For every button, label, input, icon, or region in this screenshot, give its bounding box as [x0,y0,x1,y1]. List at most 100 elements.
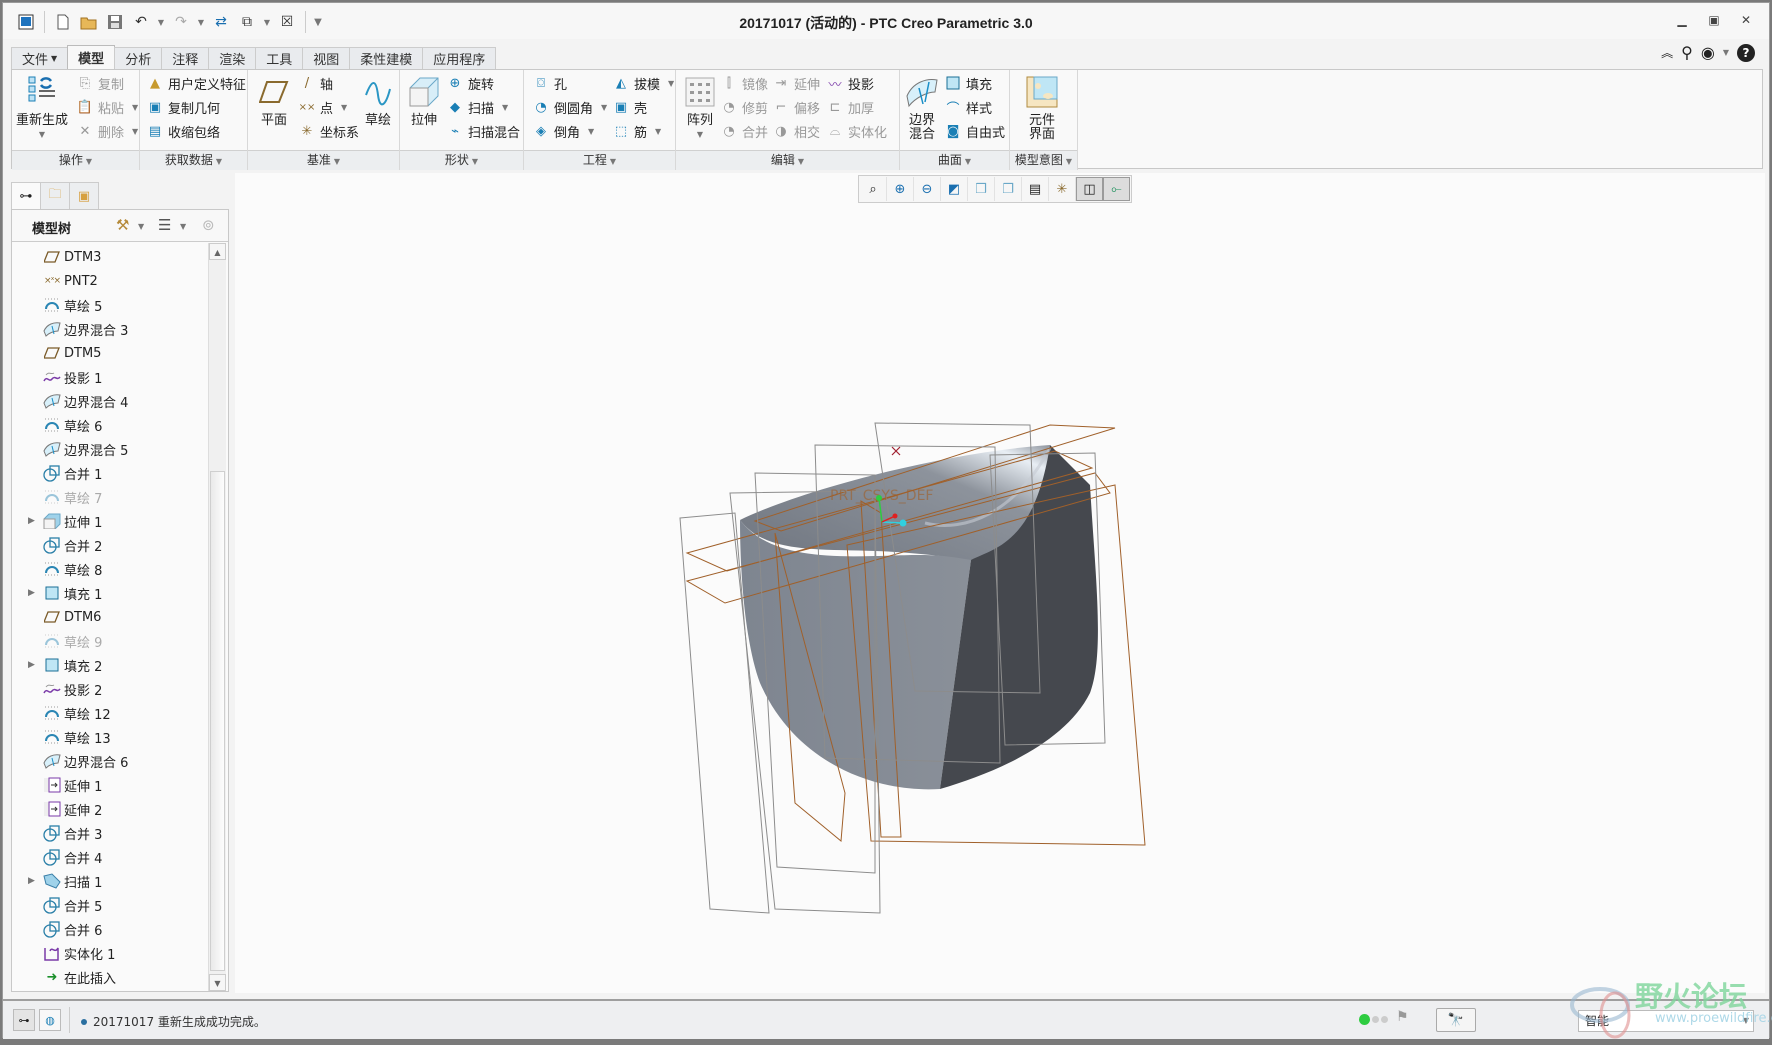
annotation-display-icon[interactable]: ◫ [1076,177,1103,201]
axis-button[interactable]: / 轴 [298,72,333,94]
round-button[interactable]: ◔ 倒圆角 ▼ [532,96,607,118]
tree-item[interactable]: ▶ 拉伸 1 [12,509,208,533]
flag-icon[interactable]: ⚑ [1396,1009,1409,1025]
group-label-operations[interactable]: 操作 ▼ [12,150,139,170]
tree-scrollbar[interactable]: ▲ ▼ [208,243,226,991]
minimize-ribbon-icon[interactable]: ︽ [1661,44,1673,61]
repaint-icon[interactable]: ◩ [941,177,968,201]
point-button[interactable]: ×× 点 ▼ [298,96,348,118]
show-icon[interactable]: ☰ [158,216,171,234]
component-interface-button[interactable]: 元件界面 [1024,74,1060,142]
tree-item[interactable]: 合并 3 [12,821,208,845]
close-icon[interactable]: ✕ [1737,11,1755,29]
view-manager-icon[interactable]: ▤ [1022,177,1049,201]
paste-button[interactable]: 📋 粘贴 ▼ [76,96,138,118]
tab-analysis[interactable]: 分析 [114,47,163,69]
tree-item[interactable]: 投影 1 [12,365,208,389]
tree-item[interactable]: 边界混合 5 [12,437,208,461]
minimize-icon[interactable]: ▁ [1673,11,1691,29]
tree-item[interactable]: 草绘 13 [12,725,208,749]
hide-icon[interactable]: ⊚ [202,216,215,234]
boundary-blend-button[interactable]: 边界混合 [904,74,940,142]
tree-item[interactable]: 合并 4 [12,845,208,869]
tree-item[interactable]: DTM6 [12,605,208,629]
scroll-up-icon[interactable]: ▲ [209,243,226,260]
rib-button[interactable]: ⬚ 筋 ▼ [612,120,661,142]
tree-item[interactable]: 合并 1 [12,461,208,485]
extrude-button[interactable]: 拉伸 [406,74,442,128]
chevron-down-icon[interactable]: ▼ [1723,48,1729,57]
group-label-get-data[interactable]: 获取数据 ▼ [140,150,247,170]
draft-button[interactable]: ◭ 拔模 ▼ [612,72,674,94]
group-label-model-intent[interactable]: 模型意图 ▼ [1010,150,1077,170]
folder-browser-tab[interactable]: 🗀 [40,182,70,210]
tab-annotate[interactable]: 注释 [161,47,210,69]
thicken-button[interactable]: ⊏ 加厚 [826,96,874,118]
help-icon[interactable]: ? [1737,43,1755,62]
tree-item[interactable]: ➜ 在此插入 [12,965,208,989]
saved-views-icon[interactable]: ❐ [995,177,1022,201]
tab-model[interactable]: 模型 [67,45,116,69]
tree-item[interactable]: 延伸 1 [12,773,208,797]
tree-item[interactable]: 合并 2 [12,533,208,557]
delete-button[interactable]: ✕ 删除 ▼ [76,120,139,142]
tree-item[interactable]: 草绘 7 [12,485,208,509]
tree-item[interactable]: DTM3 [12,245,208,269]
tree-item[interactable]: ▶ 扫描 1 [12,869,208,893]
regenerate-button[interactable]: 重新生成 ▼ [16,74,68,142]
merge-button[interactable]: ◔ 合并 [720,120,768,142]
tree-item[interactable]: 延伸 2 [12,797,208,821]
tree-item[interactable]: 边界混合 3 [12,317,208,341]
show-navigator-icon[interactable]: ⊶ [13,1009,35,1031]
chevron-down-icon[interactable]: ▼ [180,222,186,231]
tree-item[interactable]: 合并 5 [12,893,208,917]
project-button[interactable]: 〰投影 [826,72,874,94]
group-label-editing[interactable]: 编辑 ▼ [676,150,899,170]
revolve-button[interactable]: ⊕ 旋转 [446,72,494,94]
selection-filter[interactable]: 智能 ▼ [1578,1010,1754,1032]
tree-item[interactable]: ▶ 填充 2 [12,653,208,677]
extend-button[interactable]: ⇥ 延伸 [772,72,820,94]
udf-button[interactable]: ▲ 用户定义特征 [146,72,246,94]
tree-item[interactable]: 草绘 9 [12,629,208,653]
offset-button[interactable]: ⌐ 偏移 [772,96,820,118]
tab-view[interactable]: 视图 [302,47,351,69]
tree-item[interactable]: 草绘 5 [12,293,208,317]
datum-display-icon[interactable]: ✳ [1049,177,1076,201]
refit-icon[interactable]: ⌕ [860,177,887,201]
tree-item[interactable]: 实体化 1 [12,941,208,965]
expand-icon[interactable]: ▶ [28,516,35,526]
csys-button[interactable]: ✳ 坐标系 [298,120,359,142]
shrinkwrap-button[interactable]: ▤ 收缩包络 [146,120,220,142]
fill-button[interactable]: 填充 [944,72,992,94]
tree-item[interactable]: 投影 2 [12,677,208,701]
expand-icon[interactable]: ▶ [28,588,35,598]
favorites-tab[interactable]: ▣ [69,182,99,210]
tree-item[interactable]: 草绘 6 [12,413,208,437]
graphics-area[interactable]: PRT_CSYS_DEF [235,173,1765,993]
learning-connector-icon[interactable]: ◉ [1701,43,1715,62]
expand-icon[interactable]: ▶ [28,660,35,670]
chamfer-button[interactable]: ◈ 倒角 ▼ [532,120,594,142]
expand-icon[interactable]: ▶ [28,876,35,886]
solidify-button[interactable]: ⌓ 实体化 [826,120,887,142]
chevron-down-icon[interactable]: ▼ [138,222,144,231]
zoom-out-icon[interactable]: ⊖ [914,177,941,201]
style-button[interactable]: ⌒ 样式 [944,96,992,118]
group-label-surfaces[interactable]: 曲面 ▼ [900,150,1009,170]
browser-icon[interactable]: ◍ [39,1009,61,1031]
tree-item[interactable]: ▶ 填充 1 [12,581,208,605]
spin-center-icon[interactable]: ⟜ [1103,177,1130,201]
group-label-engineering[interactable]: 工程 ▼ [524,150,675,170]
copy-button[interactable]: ⎘ 复制 [76,72,124,94]
maximize-icon[interactable]: ▣ [1705,11,1723,29]
tree-item[interactable]: 边界混合 4 [12,389,208,413]
intersect-button[interactable]: ◑ 相交 [772,120,820,142]
tree-item[interactable]: DTM5 [12,341,208,365]
mirror-button[interactable]: ⫿ 镜像 [720,72,768,94]
pattern-button[interactable]: 阵列 ▼ [682,74,718,142]
tab-render[interactable]: 渲染 [208,47,257,69]
freestyle-button[interactable]: ◙ 自由式 [944,120,1005,142]
scroll-down-icon[interactable]: ▼ [209,974,226,991]
group-label-shapes[interactable]: 形状 ▼ [400,150,523,170]
